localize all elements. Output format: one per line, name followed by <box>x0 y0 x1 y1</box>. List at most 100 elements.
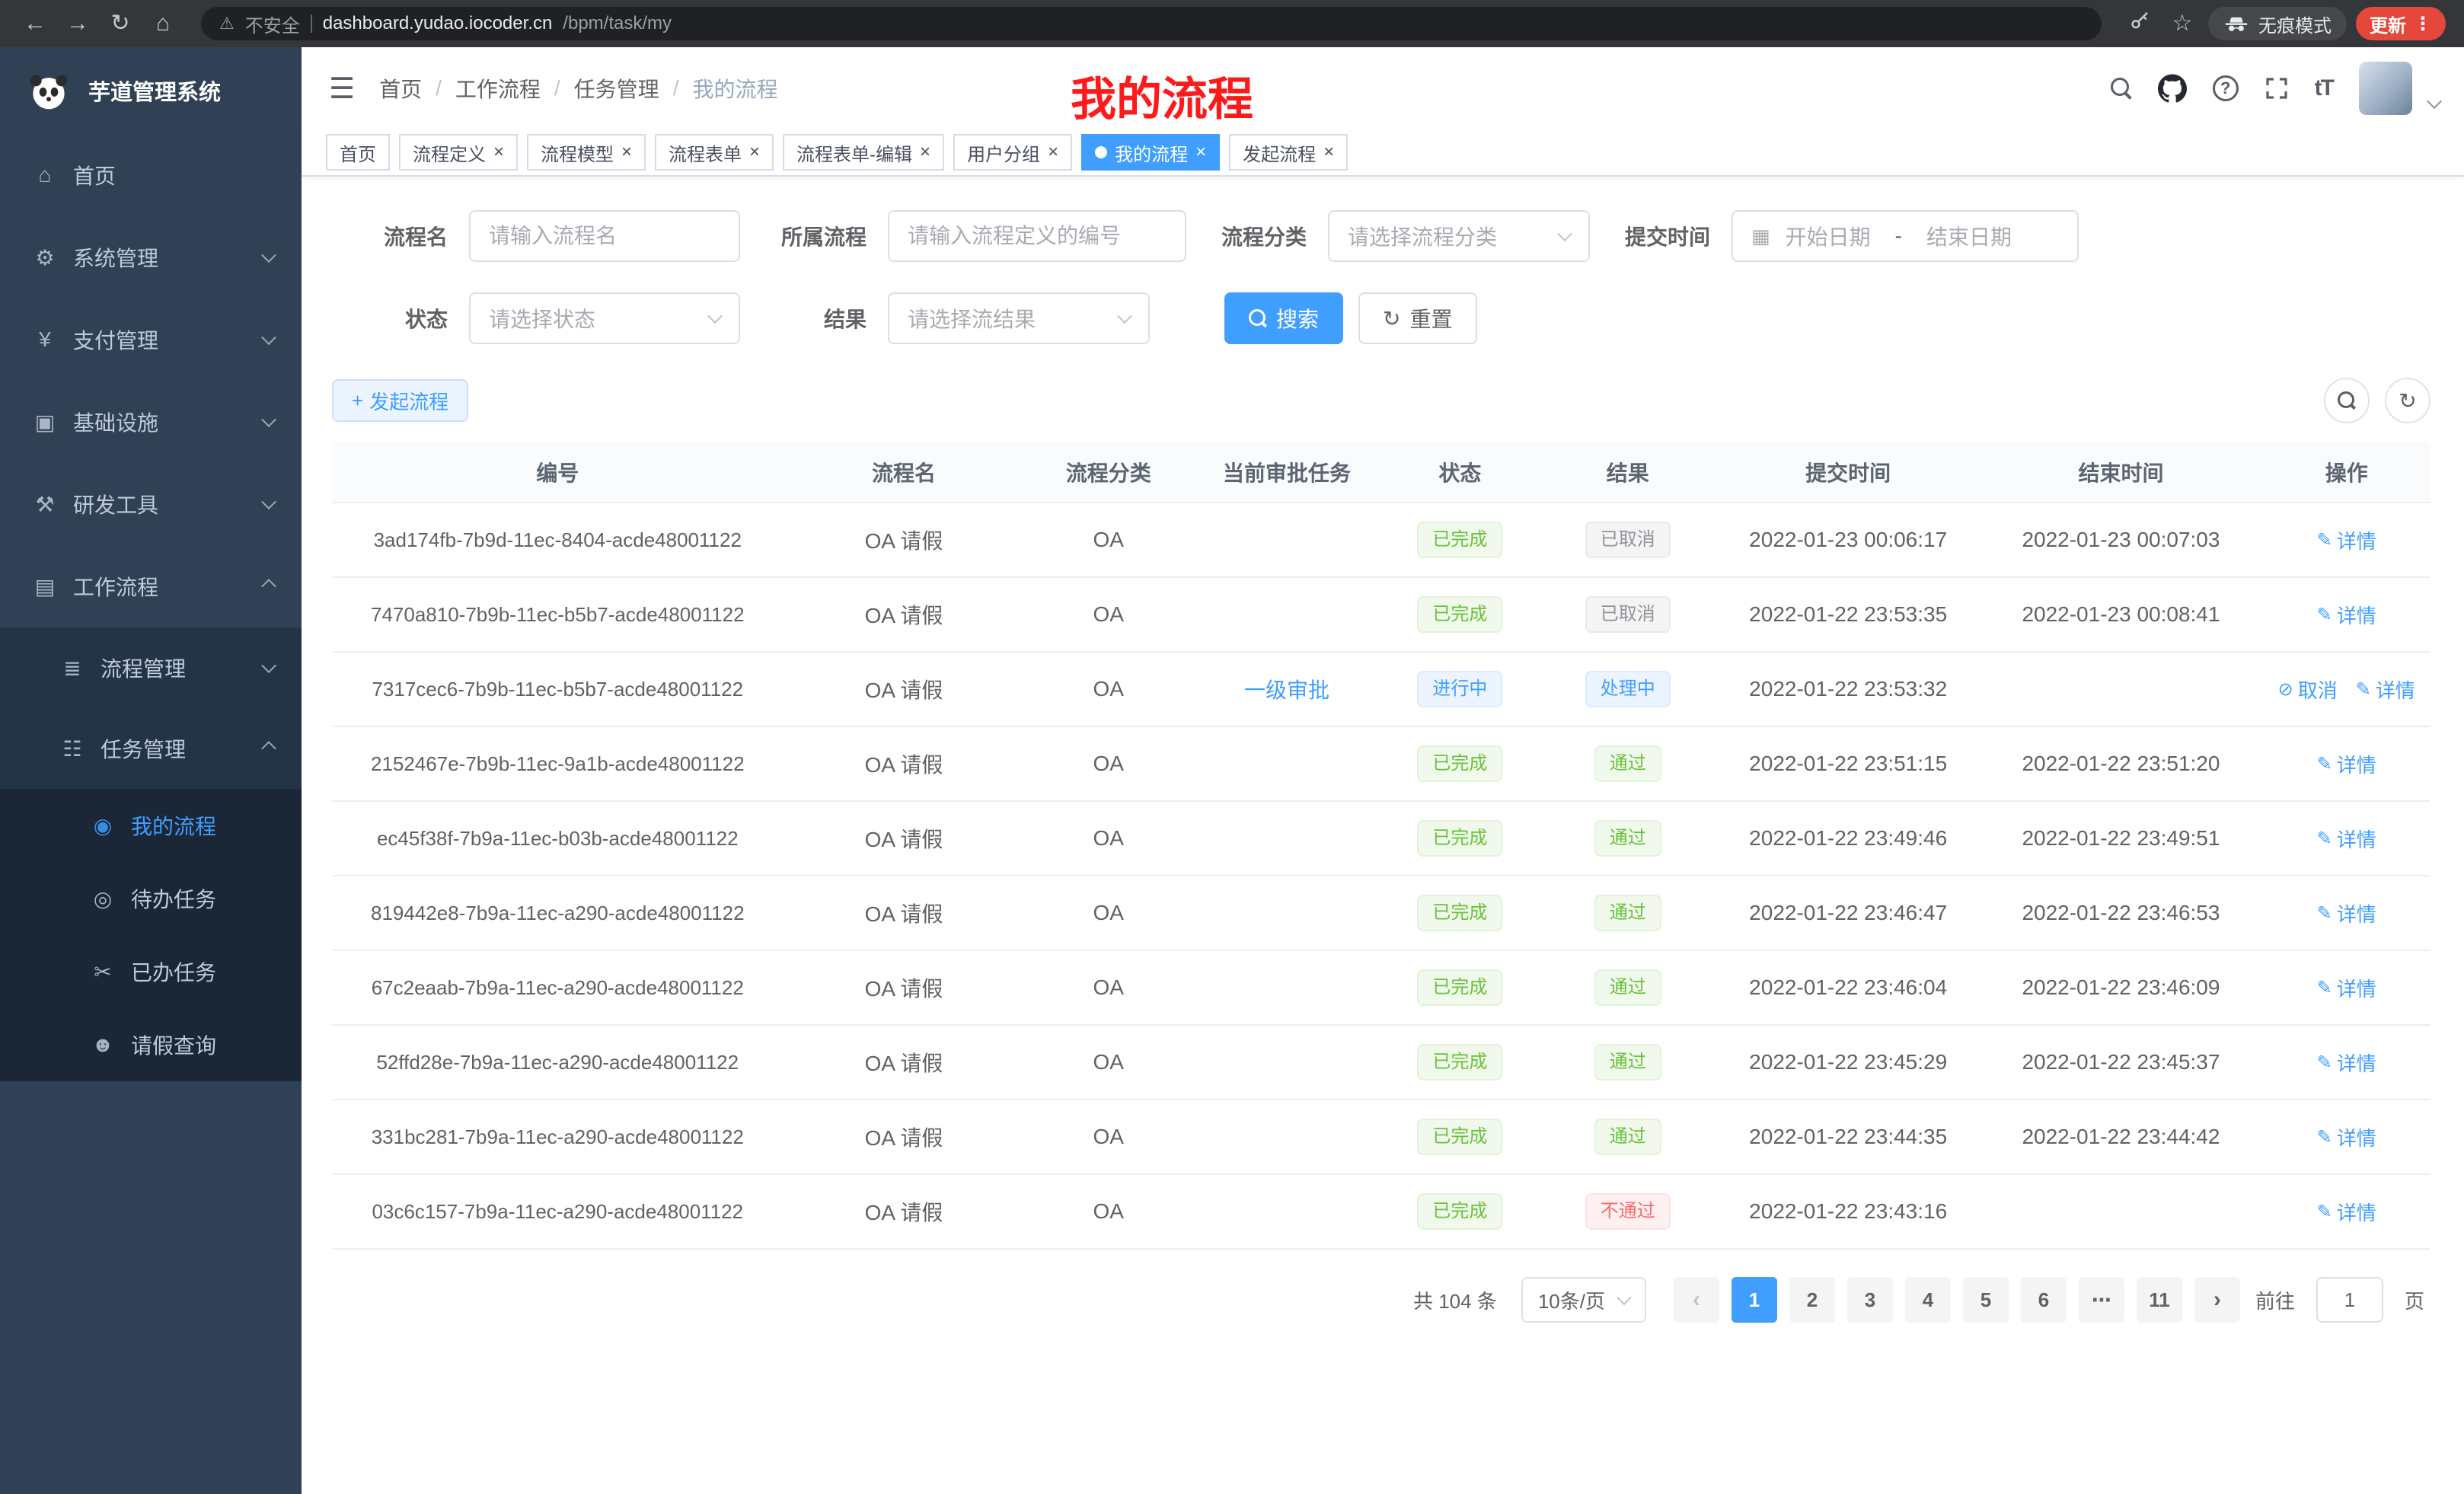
detail-action[interactable]: ✎详情 <box>2317 974 2376 1002</box>
address-bar[interactable]: ⚠ 不安全 dashboard.yudao.iocoder.cn/bpm/tas… <box>201 7 2102 40</box>
submit-time-range[interactable]: ▦ 开始日期 - 结束日期 <box>1732 210 2079 262</box>
breadcrumb-item[interactable]: 任务管理 <box>574 73 659 104</box>
page-button-6[interactable]: 6 <box>2021 1277 2067 1323</box>
create-process-button[interactable]: + 发起流程 <box>332 379 468 422</box>
sidebar-item-system-management[interactable]: ⚙系统管理 <box>0 216 302 298</box>
tab-home[interactable]: 首页 <box>326 134 390 171</box>
hamburger-icon[interactable]: ☰ <box>329 72 355 106</box>
close-icon[interactable]: × <box>1323 143 1334 161</box>
toggle-search-button[interactable] <box>2324 378 2370 423</box>
github-icon[interactable] <box>2158 74 2187 103</box>
back-icon[interactable]: ← <box>18 12 52 35</box>
detail-action[interactable]: ✎详情 <box>2317 899 2376 927</box>
process-name-input[interactable] <box>469 210 740 262</box>
fullscreen-icon[interactable] <box>2265 76 2289 101</box>
font-size-icon[interactable]: tT <box>2315 75 2333 101</box>
search-icon[interactable] <box>2111 78 2132 99</box>
sidebar-item-process-management[interactable]: ≣流程管理 <box>0 627 302 708</box>
sidebar-item-done-tasks[interactable]: ✂已办任务 <box>0 935 302 1008</box>
next-page-button[interactable]: › <box>2194 1277 2240 1323</box>
sidebar-item-dev-tools[interactable]: ⚒研发工具 <box>0 463 302 545</box>
tab-label: 流程表单-编辑 <box>796 139 912 166</box>
sidebar-item-label: 已办任务 <box>131 956 216 987</box>
security-label[interactable]: 不安全 <box>245 11 300 37</box>
table-header-row: 编号流程名流程分类当前审批任务状态结果提交时间结束时间操作 <box>332 442 2430 503</box>
status-tag: 已完成 <box>1417 1044 1502 1081</box>
cancel-action[interactable]: ⊘取消 <box>2278 675 2338 704</box>
more-pages-button[interactable]: ⋯ <box>2079 1277 2124 1323</box>
close-icon[interactable]: × <box>621 143 632 161</box>
breadcrumb-item[interactable]: 工作流程 <box>455 73 541 104</box>
tab-process-form[interactable]: 流程表单× <box>655 134 774 171</box>
more-menu-icon[interactable]: ⋮ <box>2414 13 2432 35</box>
reset-button[interactable]: ↻ 重置 <box>1358 292 1476 344</box>
page-button-5[interactable]: 5 <box>1963 1277 2009 1323</box>
logo[interactable]: 芋道管理系统 <box>0 47 302 134</box>
cell-status: 已完成 <box>1381 1174 1539 1249</box>
detail-action[interactable]: ✎详情 <box>2317 1049 2376 1077</box>
category-select[interactable]: 请选择流程分类 <box>1328 210 1590 262</box>
close-icon[interactable]: × <box>920 143 930 161</box>
detail-action[interactable]: ✎详情 <box>2317 1123 2376 1151</box>
start-date-placeholder[interactable]: 开始日期 <box>1786 221 1871 251</box>
close-icon[interactable]: × <box>1195 143 1206 161</box>
forward-icon[interactable]: → <box>61 12 94 35</box>
detail-action[interactable]: ✎详情 <box>2317 526 2376 554</box>
update-button[interactable]: 更新 ⋮ <box>2356 7 2446 40</box>
chevron-down-icon[interactable] <box>2427 94 2442 109</box>
password-key-icon[interactable] <box>2123 10 2156 37</box>
cell-category: OA <box>1024 726 1192 801</box>
result-select[interactable]: 请选择流结果 <box>888 292 1150 344</box>
sidebar-item-my-process[interactable]: ◉我的流程 <box>0 789 302 862</box>
breadcrumb-separator: / <box>673 76 679 101</box>
process-def-input[interactable] <box>888 210 1186 262</box>
detail-action[interactable]: ✎详情 <box>2317 1198 2376 1226</box>
prev-page-button[interactable]: ‹ <box>1674 1277 1719 1323</box>
sidebar-item-infrastructure[interactable]: ▣基础设施 <box>0 381 302 463</box>
tab-start-process[interactable]: 发起流程× <box>1229 134 1348 171</box>
avatar[interactable] <box>2359 62 2412 115</box>
incognito-badge[interactable]: 无痕模式 <box>2208 7 2347 40</box>
cell-process-name: OA 请假 <box>784 577 1025 652</box>
tab-process-definition[interactable]: 流程定义× <box>399 134 518 171</box>
status-select[interactable]: 请选择状态 <box>469 292 740 344</box>
refresh-button[interactable]: ↻ <box>2385 378 2430 423</box>
sidebar-item-todo-tasks[interactable]: ◎待办任务 <box>0 862 302 935</box>
detail-action[interactable]: ✎详情 <box>2317 601 2376 629</box>
tab-process-form-edit[interactable]: 流程表单-编辑 × <box>783 134 944 171</box>
detail-action[interactable]: ✎详情 <box>2356 675 2415 704</box>
page-button-3[interactable]: 3 <box>1847 1277 1893 1323</box>
search-button[interactable]: 搜索 <box>1224 292 1343 344</box>
page-size-select[interactable]: 10条/页 <box>1521 1277 1646 1323</box>
sidebar-item-label: 请假查询 <box>131 1030 216 1060</box>
detail-action[interactable]: ✎详情 <box>2317 825 2376 853</box>
sidebar-item-leave-query[interactable]: ☻请假查询 <box>0 1008 302 1081</box>
cell-current-task <box>1192 876 1381 950</box>
bookmark-star-icon[interactable]: ☆ <box>2166 12 2199 35</box>
end-date-placeholder[interactable]: 结束日期 <box>1926 221 2012 251</box>
detail-action[interactable]: ✎详情 <box>2317 750 2376 778</box>
page-button-11[interactable]: 11 <box>2137 1277 2182 1323</box>
reload-icon[interactable]: ↻ <box>104 12 137 35</box>
tab-process-model[interactable]: 流程模型× <box>527 134 646 171</box>
page-button-4[interactable]: 4 <box>1905 1277 1951 1323</box>
sidebar-item-workflow[interactable]: ▤工作流程 <box>0 545 302 627</box>
cell-id: ec45f38f-7b9a-11ec-b03b-acde48001122 <box>332 801 784 876</box>
sidebar-item-home[interactable]: ⌂首页 <box>0 134 302 216</box>
sidebar-item-task-management[interactable]: ☷任务管理 <box>0 708 302 789</box>
tab-my-process[interactable]: 我的流程× <box>1081 134 1220 171</box>
page-button-1[interactable]: 1 <box>1732 1277 1777 1323</box>
close-icon[interactable]: × <box>1048 143 1058 161</box>
goto-page-input[interactable] <box>2316 1277 2383 1323</box>
tab-user-group[interactable]: 用户分组× <box>953 134 1072 171</box>
sidebar-item-payment-management[interactable]: ¥支付管理 <box>0 298 302 381</box>
breadcrumb-item[interactable]: 首页 <box>379 73 422 104</box>
help-icon[interactable]: ? <box>2213 75 2239 101</box>
close-icon[interactable]: × <box>493 143 504 161</box>
column-header: 提交时间 <box>1717 442 1980 503</box>
table-row: ec45f38f-7b9a-11ec-b03b-acde48001122OA 请… <box>332 801 2430 876</box>
close-icon[interactable]: × <box>749 143 760 161</box>
home-icon[interactable]: ⌂ <box>146 12 180 35</box>
current-task-link[interactable]: 一级审批 <box>1244 678 1329 702</box>
page-button-2[interactable]: 2 <box>1789 1277 1835 1323</box>
